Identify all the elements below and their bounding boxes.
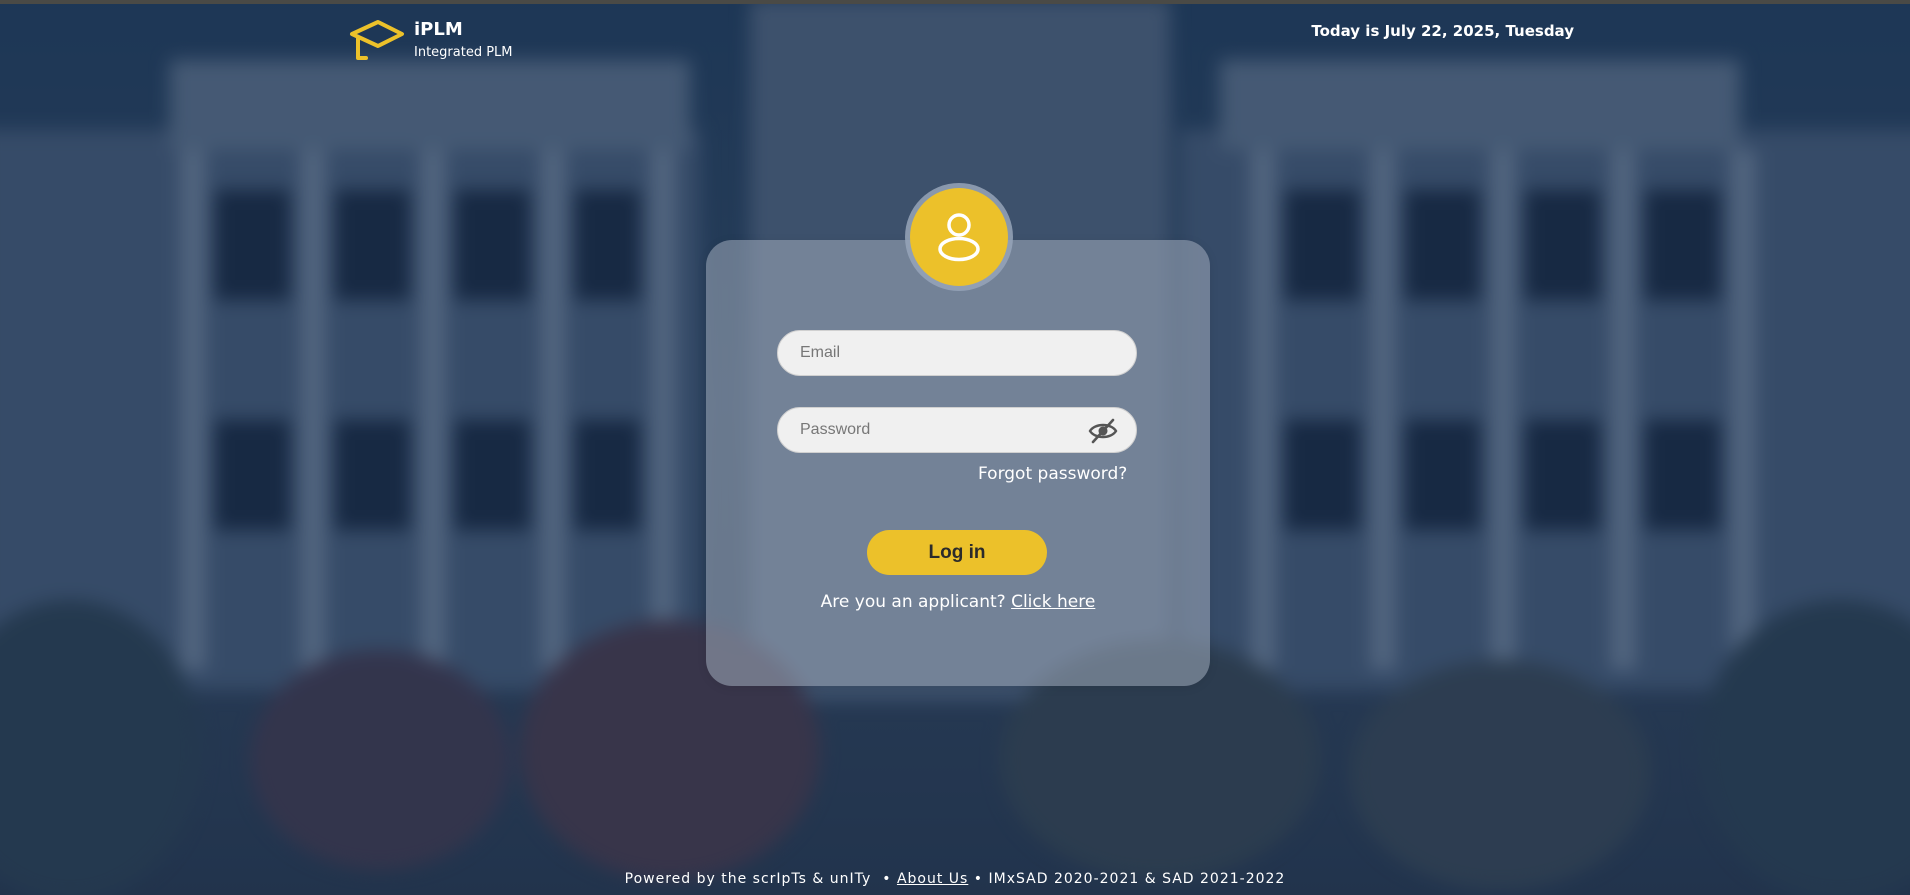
eye-slash-icon[interactable] [1088,418,1118,444]
email-field[interactable] [778,331,1136,375]
graduation-cap-icon [350,20,404,60]
footer: Powered by the scrIpTs & unITy • About U… [0,871,1910,887]
top-border [0,0,1910,4]
app-name: iPLM [414,19,463,40]
login-card [706,240,1210,686]
credits-text: IMxSAD 2020-2021 & SAD 2021-2022 [988,871,1286,887]
today-date: Today is July 22, 2025, Tuesday [1311,22,1574,40]
applicant-text: Are you an applicant? [820,592,1006,612]
applicant-prompt: Are you an applicant? Click here [706,592,1210,612]
password-field-wrapper [777,407,1137,453]
applicant-click-here-link[interactable]: Click here [1011,592,1095,612]
app-subtitle: Integrated PLM [414,45,513,60]
avatar [910,188,1008,286]
footer-separator: • [973,871,984,887]
powered-by-text: Powered by the scrIpTs & unITy [624,871,872,887]
email-field-wrapper [777,330,1137,376]
login-button[interactable]: Log in [867,530,1047,575]
footer-separator: • [882,871,892,887]
about-us-link[interactable]: About Us [897,871,968,887]
user-icon [938,213,980,262]
password-field[interactable] [778,408,1136,452]
forgot-password-link[interactable]: Forgot password? [978,464,1127,484]
brand[interactable]: iPLM Integrated PLM [348,18,513,62]
